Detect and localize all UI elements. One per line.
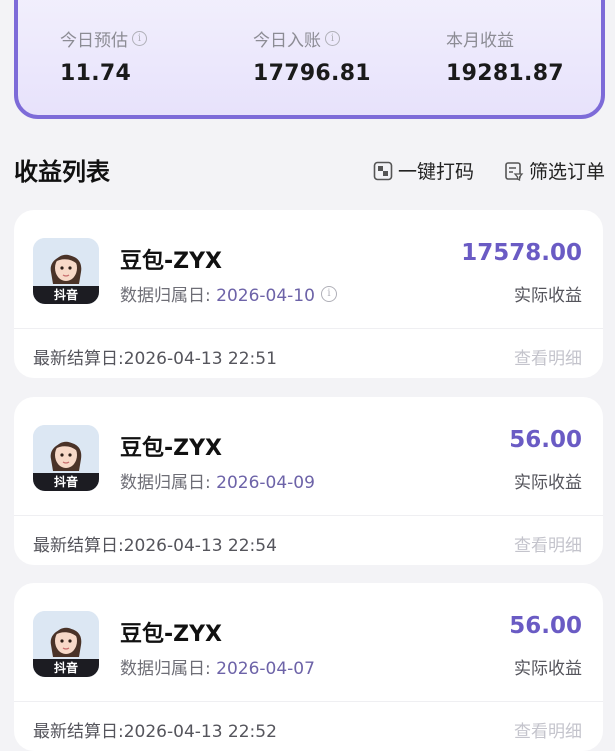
stat-label: 今日预估 xyxy=(60,31,128,51)
account-name: 豆包-ZYX xyxy=(120,249,222,274)
earnings-amount: 56.00 xyxy=(509,427,582,453)
date-value: 2026-04-10 xyxy=(216,286,315,306)
date-label: 数据归属日: 2026-04-09 xyxy=(120,473,315,493)
platform-tag: 抖音 xyxy=(33,659,99,677)
divider xyxy=(14,701,603,702)
earnings-amount-label: 实际收益 xyxy=(514,659,582,679)
view-details-link[interactable]: 查看明细 xyxy=(514,531,582,556)
list-actions: 一键打码 筛选订单 xyxy=(373,157,605,184)
data-date: 数据归属日: 2026-04-10 i xyxy=(120,281,337,306)
stat-value: 19281.87 xyxy=(446,61,564,86)
data-date: 数据归属日: 2026-04-09 xyxy=(120,468,315,493)
earnings-amount-label: 实际收益 xyxy=(514,286,582,306)
stat-month-earnings: 本月收益 19281.87 xyxy=(446,26,564,86)
info-icon[interactable]: i xyxy=(320,285,337,302)
stat-value: 17796.81 xyxy=(253,61,371,86)
info-icon[interactable]: i xyxy=(132,31,147,46)
date-value: 2026-04-09 xyxy=(216,473,315,493)
avatar: 抖音 xyxy=(33,425,99,491)
earnings-card[interactable]: 抖音 豆包-ZYX 数据归属日: 2026-04-09 56.00 实际收益 最… xyxy=(14,397,603,565)
mosaic-icon xyxy=(373,161,393,181)
earnings-card[interactable]: 抖音 豆包-ZYX 数据归属日: 2026-04-10 i 17578.00 实… xyxy=(14,210,603,378)
avatar: 抖音 xyxy=(33,238,99,304)
mosaic-button[interactable]: 一键打码 xyxy=(373,157,474,184)
section-title: 收益列表 xyxy=(14,158,110,186)
filter-orders-label: 筛选订单 xyxy=(528,161,605,183)
stat-label: 今日入账 xyxy=(253,31,321,51)
stat-label: 本月收益 xyxy=(446,31,514,51)
filter-orders-button[interactable]: 筛选订单 xyxy=(504,157,605,184)
info-icon[interactable]: i xyxy=(325,31,340,46)
stat-value: 11.74 xyxy=(60,61,132,86)
view-details-link[interactable]: 查看明细 xyxy=(514,717,582,742)
avatar: 抖音 xyxy=(33,611,99,677)
earnings-amount: 56.00 xyxy=(509,613,582,639)
platform-tag: 抖音 xyxy=(33,473,99,491)
settlement-date: 最新结算日:2026-04-13 22:54 xyxy=(33,536,277,556)
view-details-link[interactable]: 查看明细 xyxy=(514,344,582,369)
mosaic-label: 一键打码 xyxy=(397,161,474,183)
divider xyxy=(14,515,603,516)
account-name: 豆包-ZYX xyxy=(120,622,222,647)
settlement-date: 最新结算日:2026-04-13 22:51 xyxy=(33,349,277,369)
earnings-amount-label: 实际收益 xyxy=(514,473,582,493)
data-date: 数据归属日: 2026-04-07 xyxy=(120,654,315,679)
filter-order-icon xyxy=(504,161,524,181)
date-label: 数据归属日: 2026-04-07 xyxy=(120,659,315,679)
date-label: 数据归属日: 2026-04-10 xyxy=(120,286,315,306)
date-value: 2026-04-07 xyxy=(216,659,315,679)
earnings-amount: 17578.00 xyxy=(461,240,582,266)
divider xyxy=(14,328,603,329)
settlement-date: 最新结算日:2026-04-13 22:52 xyxy=(33,722,277,742)
stat-today-estimate: 今日预估 i 11.74 xyxy=(60,26,147,86)
earnings-summary-card: 今日预估 i 11.74 今日入账 i 17796.81 本月收益 19281.… xyxy=(14,0,605,119)
stat-today-credited: 今日入账 i 17796.81 xyxy=(253,26,371,86)
platform-tag: 抖音 xyxy=(33,286,99,304)
account-name: 豆包-ZYX xyxy=(120,436,222,461)
earnings-card[interactable]: 抖音 豆包-ZYX 数据归属日: 2026-04-07 56.00 实际收益 最… xyxy=(14,583,603,751)
